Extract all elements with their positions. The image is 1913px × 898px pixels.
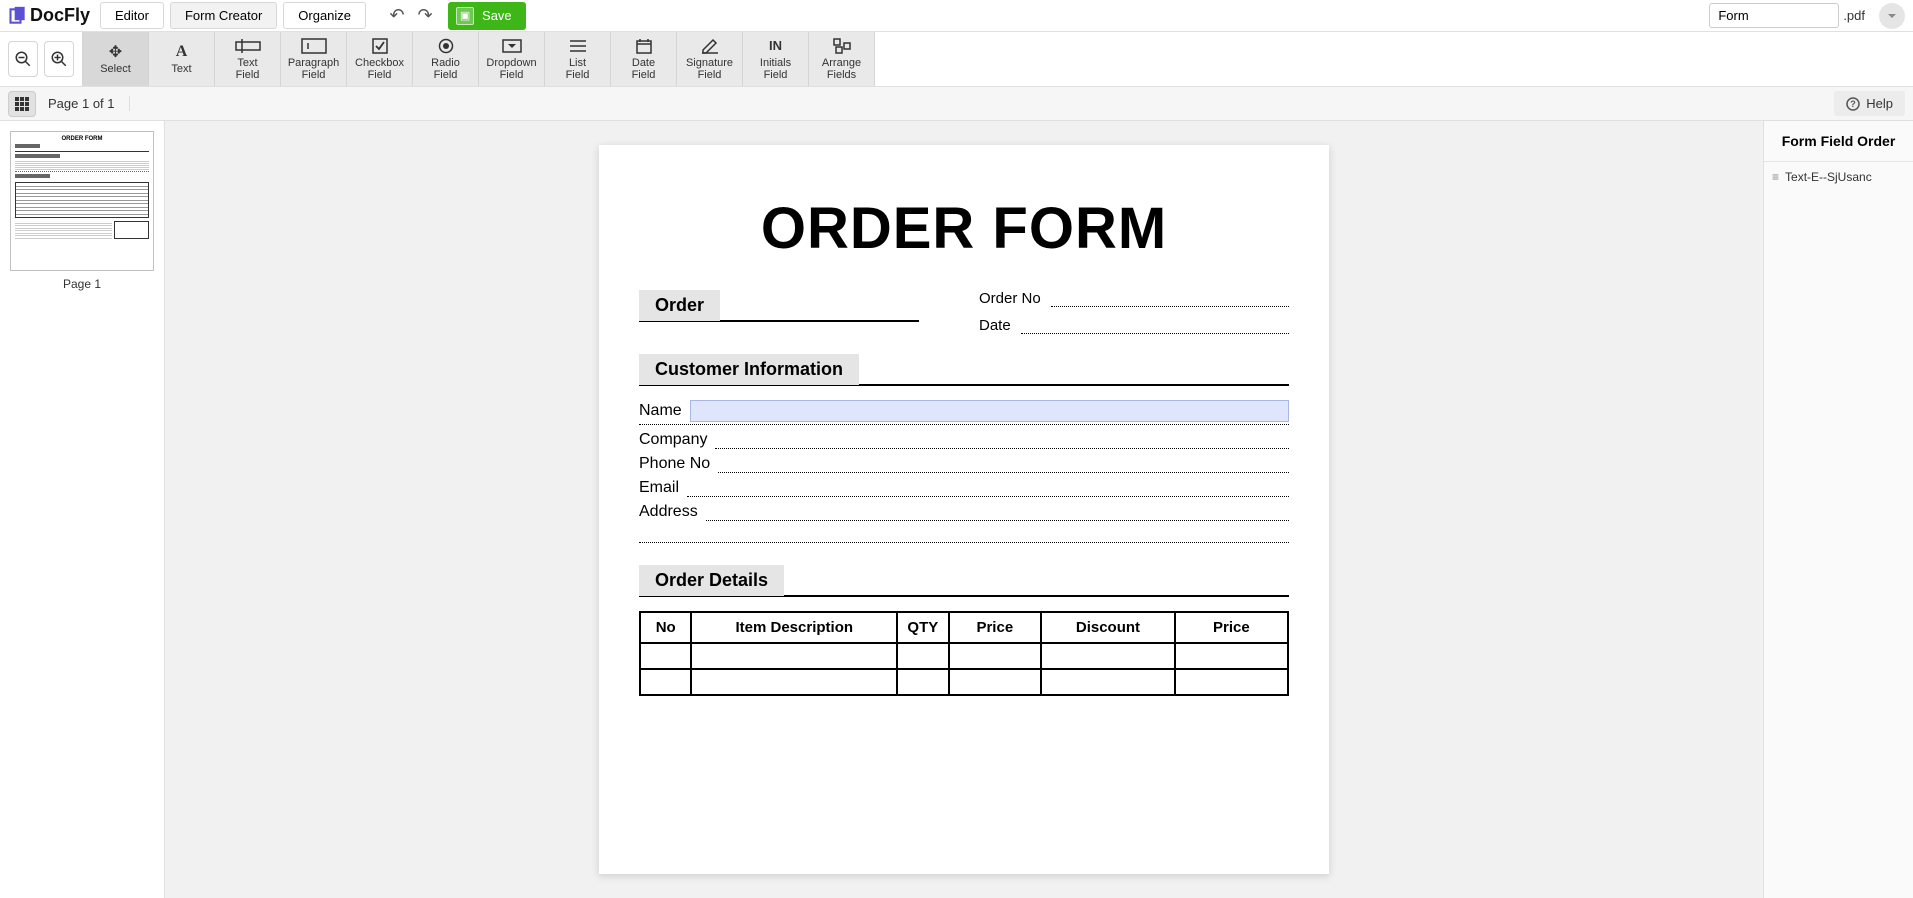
- canvas[interactable]: ORDER FORM Order Order No Date Customer …: [165, 121, 1763, 898]
- signature-icon: [701, 37, 719, 55]
- history-controls: ↶ ↷: [386, 5, 436, 27]
- logo-icon: [8, 6, 28, 26]
- page-bar: Page 1 of 1 ?Help: [0, 87, 1913, 121]
- label-email: Email: [639, 479, 679, 497]
- user-menu[interactable]: [1879, 3, 1905, 29]
- tool-list-field[interactable]: List Field: [545, 32, 611, 86]
- tool-checkbox-field[interactable]: Checkbox Field: [347, 32, 413, 86]
- label-address: Address: [639, 503, 698, 521]
- th-desc: Item Description: [691, 612, 897, 643]
- top-bar: DocFly Editor Form Creator Organize ↶ ↷ …: [0, 0, 1913, 32]
- chevron-down-icon: [1887, 11, 1897, 21]
- tool-radio-field[interactable]: Radio Field: [413, 32, 479, 86]
- field-order-item[interactable]: ≡ Text-E--SjUsanc: [1764, 162, 1913, 192]
- page-info: Page 1 of 1: [48, 96, 130, 111]
- thumbnails-toggle[interactable]: [8, 91, 36, 117]
- redo-button[interactable]: ↷: [414, 5, 436, 27]
- tool-paragraph-field[interactable]: Paragraph Field: [281, 32, 347, 86]
- help-icon: ?: [1846, 97, 1860, 111]
- section-order-details: Order Details: [639, 565, 784, 596]
- label-date: Date: [979, 317, 1011, 334]
- list-icon: [569, 37, 587, 55]
- save-icon: ▣: [456, 7, 474, 25]
- zoom-out-icon: [14, 50, 32, 68]
- zoom-out-button[interactable]: [8, 41, 38, 77]
- tool-arrange-fields[interactable]: Arrange Fields: [809, 32, 875, 86]
- label-phone: Phone No: [639, 455, 710, 473]
- th-price: Price: [949, 612, 1042, 643]
- zoom-controls: [0, 32, 82, 86]
- tab-editor[interactable]: Editor: [100, 2, 164, 29]
- order-details-table: No Item Description QTY Price Discount P…: [639, 611, 1289, 696]
- logo: DocFly: [8, 5, 90, 26]
- checkbox-icon: [372, 37, 388, 55]
- grid-icon: [15, 97, 29, 111]
- svg-text:?: ?: [1851, 99, 1857, 109]
- tool-row: ✥Select AText Text Field Paragraph Field…: [82, 32, 875, 86]
- right-panel: Form Field Order ≡ Text-E--SjUsanc: [1763, 121, 1913, 898]
- tool-text[interactable]: AText: [149, 32, 215, 86]
- tab-organize[interactable]: Organize: [283, 2, 366, 29]
- label-company: Company: [639, 431, 707, 449]
- radio-icon: [438, 37, 454, 55]
- th-qty: QTY: [897, 612, 948, 643]
- page-thumbnail-1[interactable]: ORDER FORM: [10, 131, 154, 271]
- file-ext: .pdf: [1843, 8, 1865, 23]
- drag-handle-icon: ≡: [1772, 170, 1779, 184]
- zoom-in-icon: [50, 50, 68, 68]
- calendar-icon: [636, 37, 652, 55]
- arrange-icon: [833, 37, 851, 55]
- label-name: Name: [639, 402, 682, 420]
- help-button[interactable]: ?Help: [1834, 91, 1905, 116]
- label-order-no: Order No: [979, 290, 1041, 307]
- text-field-icon: [235, 37, 261, 55]
- paragraph-field-icon: [301, 37, 327, 55]
- save-button[interactable]: ▣ Save: [448, 2, 526, 30]
- tool-signature-field[interactable]: Signature Field: [677, 32, 743, 86]
- main-area: ORDER FORM Page 1 ORDER FORM Order: [0, 121, 1913, 898]
- table-row: [640, 669, 1288, 695]
- section-order: Order: [639, 290, 720, 321]
- tool-select[interactable]: ✥Select: [83, 32, 149, 86]
- tool-dropdown-field[interactable]: Dropdown Field: [479, 32, 545, 86]
- undo-button[interactable]: ↶: [386, 5, 408, 27]
- tool-text-field[interactable]: Text Field: [215, 32, 281, 86]
- tool-initials-field[interactable]: INInitials Field: [743, 32, 809, 86]
- section-customer-info: Customer Information: [639, 354, 859, 385]
- dropdown-icon: [502, 37, 522, 55]
- th-price2: Price: [1175, 612, 1288, 643]
- zoom-in-button[interactable]: [44, 41, 74, 77]
- right-panel-title: Form Field Order: [1764, 121, 1913, 162]
- filename-area: .pdf: [1709, 3, 1905, 29]
- doc-title: ORDER FORM: [639, 195, 1289, 262]
- tool-date-field[interactable]: Date Field: [611, 32, 677, 86]
- tab-form-creator[interactable]: Form Creator: [170, 2, 277, 29]
- th-no: No: [640, 612, 691, 643]
- table-row: [640, 643, 1288, 669]
- th-discount: Discount: [1041, 612, 1175, 643]
- thumbnail-caption: Page 1: [10, 277, 154, 291]
- mode-tabs: Editor Form Creator Organize: [100, 2, 372, 29]
- initials-icon: IN: [769, 37, 782, 55]
- thumbnail-panel: ORDER FORM Page 1: [0, 121, 165, 898]
- brand-text: DocFly: [30, 5, 90, 26]
- save-label: Save: [482, 8, 512, 23]
- toolbar: ✥Select AText Text Field Paragraph Field…: [0, 32, 1913, 87]
- text-icon: A: [176, 43, 188, 61]
- document-page[interactable]: ORDER FORM Order Order No Date Customer …: [599, 145, 1329, 874]
- filename-input[interactable]: [1709, 3, 1839, 28]
- move-icon: ✥: [109, 43, 122, 61]
- form-field-name[interactable]: [690, 400, 1289, 422]
